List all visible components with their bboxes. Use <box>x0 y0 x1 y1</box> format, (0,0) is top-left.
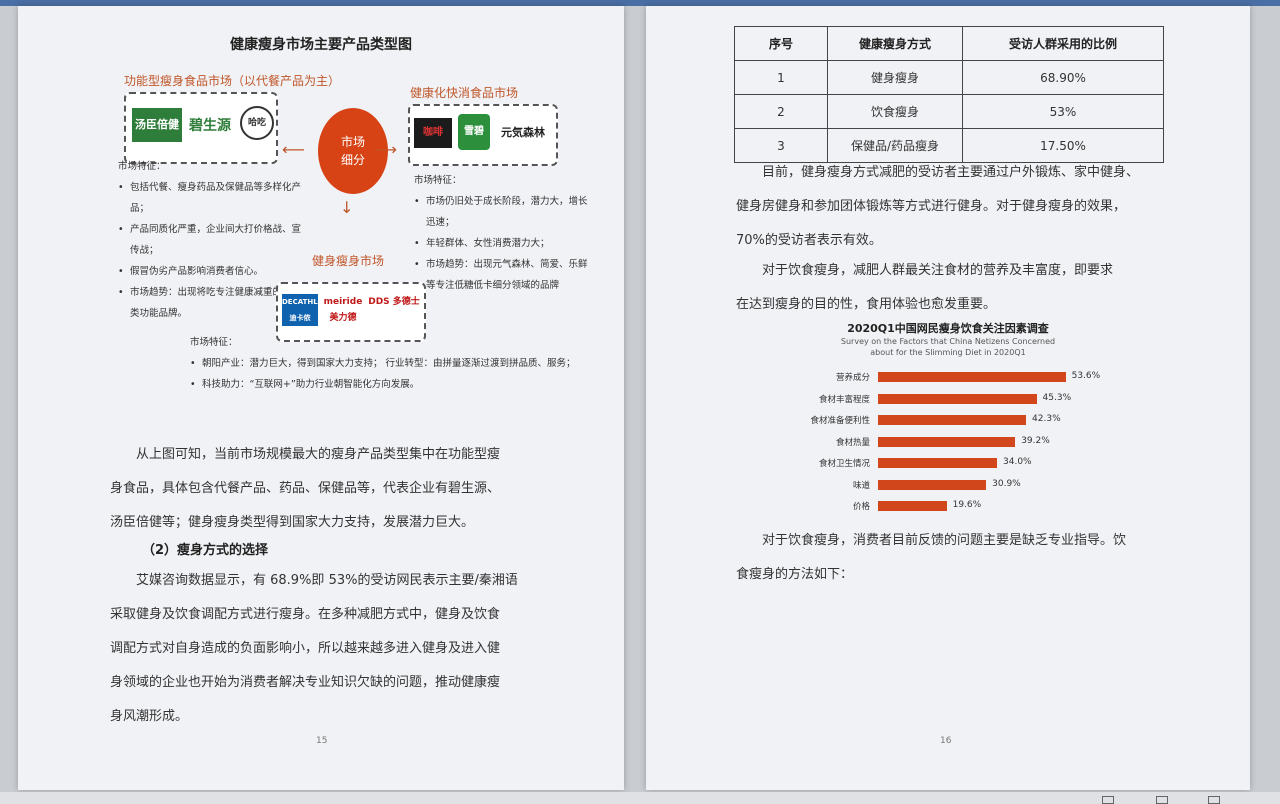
feature-item: 市场趋势：出现元气森林、简爱、乐鲜等专注低糖低卡细分领域的品牌 <box>414 254 592 296</box>
text-line: 调配方式对自身造成的负面影响小，所以越来越多进入健身及进入健 <box>110 641 501 656</box>
fitness-market-heading: 健身瘦身市场 <box>312 254 385 268</box>
logo-meiride: meiride 美力德 <box>323 297 363 323</box>
fastmoving-market-heading: 健康化快消食品市场 <box>410 86 519 100</box>
chart-bar <box>878 393 1037 404</box>
page-title: 健康瘦身市场主要产品类型图 <box>230 37 412 53</box>
chart-bar <box>878 436 1016 447</box>
table-row: 2 饮食瘦身 53% <box>734 94 1164 129</box>
table-cell: 1 <box>734 60 828 95</box>
arrow-down-icon: ↓ <box>340 198 354 217</box>
feature-item: 科技助力：“互联网+”助力行业朝智能化方向发展。 <box>190 374 590 395</box>
text-line: 食瘦身的方法如下： <box>736 567 854 582</box>
functional-logo-box: 汤臣倍健 碧生源 哈吃 <box>124 92 278 164</box>
fastmoving-logo-box: 咖啡 雪碧 元気森林 <box>408 104 558 166</box>
right-paragraph-3: 对于饮食瘦身，消费者目前反馈的问题主要是缺乏专业指导。饮 食瘦身的方法如下： <box>736 524 1166 592</box>
chart-value-label: 30.9% <box>992 478 1021 489</box>
text-line: 对于饮食瘦身，减肥人群最关注食材的营养及丰富度，即要求 <box>762 263 1114 278</box>
chart-category-label: 食材卫生情况 <box>818 459 870 469</box>
logo-decathlon: DECATHLON 迪卡侬 <box>282 294 329 326</box>
chart-title: 2020Q1中国网民瘦身饮食关注因素调查 <box>847 322 1049 335</box>
fastmoving-features: 市场特征： 市场仍旧处于成长阶段，潜力大，增长迅速； 年轻群体、女性消费潜力大；… <box>414 170 592 296</box>
table-cell: 53% <box>962 94 1164 129</box>
logo-coffee: 咖啡 <box>414 118 452 148</box>
logo-genki-forest: 元気森林 <box>501 126 545 139</box>
table-cell: 68.90% <box>962 60 1164 95</box>
chart-value-label: 42.3% <box>1032 414 1061 424</box>
feature-item: 朝阳产业：潜力巨大，得到国家大力支持； 行业转型：由拼量逐渐过渡到拼品质、服务； <box>190 353 590 374</box>
text-line: 70%的受访者表示有效。 <box>736 233 882 248</box>
right-page: 序号 健康瘦身方式 受访人群采用的比例 1 健身瘦身 68.90% 2 饮食瘦身… <box>646 6 1250 790</box>
logo-bishengyuan: 碧生源 <box>189 118 231 134</box>
double-page-view-icon[interactable] <box>1156 796 1168 804</box>
logo-dds: DDS 多德士 <box>368 297 420 307</box>
chart-category-label: 价格 <box>852 502 870 512</box>
feature-item: 包括代餐、瘦身药品及保健品等多样化产品； <box>118 177 308 219</box>
text-line: 目前，健身瘦身方式减肥的受访者主要通过户外锻炼、家中健身、 <box>762 165 1140 180</box>
features-title: 市场特征： <box>118 161 166 172</box>
table-header-row: 序号 健康瘦身方式 受访人群采用的比例 <box>734 26 1164 61</box>
chart-category-label: 营养成分 <box>835 373 870 383</box>
features-title: 市场特征： <box>190 337 238 348</box>
chart-bar <box>878 458 997 468</box>
text-line: 汤臣倍健等；健身瘦身类型得到国家大力支持，发展潜力巨大。 <box>110 515 475 530</box>
table-row: 1 健身瘦身 68.90% <box>734 60 1164 95</box>
chart-bar <box>878 372 1066 382</box>
page-number: 15 <box>316 736 328 746</box>
chart-category-label: 味道 <box>852 480 870 491</box>
text-line: 对于饮食瘦身，消费者目前反馈的问题主要是缺乏专业指导。饮 <box>762 533 1127 548</box>
text-line: 在达到瘦身的目的性，食用体验也愈发重要。 <box>736 297 997 312</box>
chart-bar <box>878 415 1027 425</box>
chart-category-label: 食材丰富程度 <box>818 394 870 405</box>
feature-item: 市场仍旧处于成长阶段，潜力大，增长迅速； <box>414 191 592 233</box>
chart-value-label: 53.6% <box>1071 371 1101 381</box>
left-paragraph-2: 艾媒咨询数据显示，有 68.9%即 53%的受访网民表示主要/秦湘语 采取健身及… <box>110 564 550 734</box>
section-heading: （2）瘦身方式的选择 <box>142 543 269 558</box>
chart-value-label: 34.0% <box>1003 457 1032 467</box>
text-line: 健身房健身和参加团体锻炼等方式进行健身。对于健身瘦身的效果， <box>736 199 1127 214</box>
chart-category-label: 食材热量 <box>835 437 870 448</box>
text-line: 身食品，具体包含代餐产品、药品、保健品等，代表企业有碧生源、 <box>110 481 501 496</box>
text-line: 艾媒咨询数据显示，有 68.9%即 53%的受访网民表示主要/秦湘语 <box>136 573 518 588</box>
feature-item: 假冒伪劣产品影响消费者信心。 <box>118 261 308 282</box>
single-page-view-icon[interactable] <box>1102 796 1114 804</box>
chart-category-label: 食材准备便利性 <box>810 416 870 426</box>
left-paragraph-1: 从上图可知，当前市场规模最大的瘦身产品类型集中在功能型瘦 身食品，具体包含代餐产… <box>110 438 550 540</box>
table-cell: 健身瘦身 <box>827 60 963 95</box>
chart-value-label: 45.3% <box>1042 392 1072 403</box>
chart-bar <box>878 501 947 511</box>
table-header: 健康瘦身方式 <box>827 26 963 61</box>
right-paragraph-2: 对于饮食瘦身，减肥人群最关注食材的营养及丰富度，即要求 在达到瘦身的目的性，食用… <box>736 254 1166 322</box>
feature-item: 产品同质化严重，企业间大打价格战、宣传战； <box>118 219 308 261</box>
fitness-features: 市场特征： 朝阳产业：潜力巨大，得到国家大力支持； 行业转型：由拼量逐渐过渡到拼… <box>190 332 590 395</box>
table-cell: 2 <box>734 94 828 129</box>
right-paragraph-1: 目前，健身瘦身方式减肥的受访者主要通过户外锻炼、家中健身、 健身房健身和参加团体… <box>736 156 1166 258</box>
table-header: 受访人群采用的比例 <box>962 26 1164 61</box>
arrow-right-icon: ⟶ <box>374 140 397 159</box>
feature-item: 年轻群体、女性消费潜力大； <box>414 233 592 254</box>
logo-hachi: 哈吃 <box>240 106 274 140</box>
text-line: 身风潮形成。 <box>110 709 189 724</box>
status-bar <box>0 792 1280 804</box>
features-title: 市场特征： <box>414 175 462 186</box>
chart-value-label: 39.2% <box>1021 435 1050 446</box>
fit-width-icon[interactable] <box>1208 796 1220 804</box>
text-line: 采取健身及饮食调配方式进行瘦身。在多种减肥方式中，健身及饮食 <box>110 607 501 622</box>
chart-subtitle: Survey on the Factors that China Netizen… <box>840 337 1056 357</box>
left-page: 健康瘦身市场主要产品类型图 功能型瘦身食品市场（以代餐产品为主） 汤臣倍健 碧生… <box>18 6 624 790</box>
chart-value-label: 19.6% <box>952 500 982 510</box>
table-header: 序号 <box>734 26 828 61</box>
text-line: 身领域的企业也开始为消费者解决专业知识欠缺的问题，推动健康瘦 <box>110 675 501 690</box>
logo-tangchen: 汤臣倍健 <box>132 108 182 142</box>
chart-bar <box>878 479 987 490</box>
logo-sprite: 雪碧 <box>458 114 490 150</box>
table-cell: 饮食瘦身 <box>827 94 963 129</box>
slimming-methods-table: 序号 健康瘦身方式 受访人群采用的比例 1 健身瘦身 68.90% 2 饮食瘦身… <box>734 26 1164 163</box>
page-number: 16 <box>940 736 952 746</box>
text-line: 从上图可知，当前市场规模最大的瘦身产品类型集中在功能型瘦 <box>136 447 501 462</box>
functional-market-heading: 功能型瘦身食品市场（以代餐产品为主） <box>124 74 341 88</box>
